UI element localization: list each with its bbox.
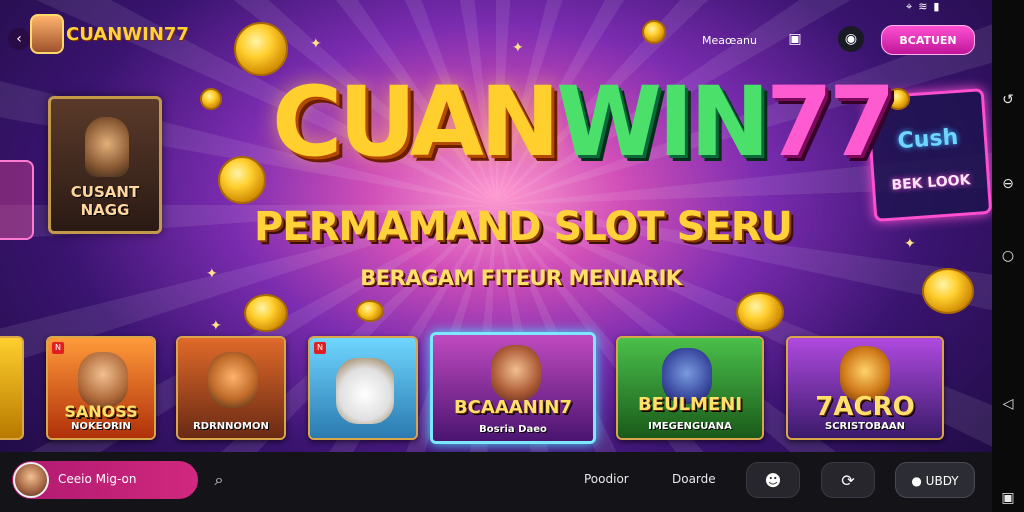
- coin-decor: [642, 20, 666, 44]
- coin-decor: [218, 156, 266, 204]
- sparkle-icon: ✦: [206, 266, 218, 282]
- game-card-partial[interactable]: [0, 336, 24, 440]
- wide-action-label: UBDY: [925, 474, 959, 488]
- home-icon[interactable]: ⊖: [998, 174, 1018, 194]
- game-title: 7ACRO: [815, 392, 915, 422]
- nav-back-icon[interactable]: ◁: [998, 394, 1018, 414]
- character-portrait: [85, 117, 129, 177]
- game-caption: SCRISTOBAAN: [825, 421, 905, 432]
- game-card[interactable]: N SANOSS NOKEORIN: [46, 336, 156, 440]
- coin-decor: [736, 292, 784, 332]
- game-card[interactable]: RDRNNOMON: [176, 336, 286, 440]
- game-badge: N: [52, 342, 64, 354]
- game-caption: RDRNNOMON: [193, 421, 269, 432]
- sparkle-icon: ✦: [210, 318, 222, 334]
- user-button[interactable]: ☻: [746, 462, 800, 498]
- battery-icon: ▮: [933, 0, 946, 13]
- refresh-button[interactable]: ⟳: [821, 462, 875, 498]
- hero-title-part1: CUAN: [272, 66, 560, 178]
- hero-title-part2: WIN: [556, 66, 770, 178]
- coin-decor: [922, 268, 974, 314]
- coin-decor: [356, 300, 384, 322]
- game-title: SANOSS: [64, 402, 138, 421]
- wifi-icon: ≋: [918, 0, 934, 13]
- coin-decor: [200, 88, 222, 110]
- search-icon[interactable]: ⌕: [208, 469, 230, 491]
- character-card[interactable]: CUSANT NAGG: [48, 96, 162, 234]
- game-caption: IMEGENGUANA: [648, 421, 732, 432]
- refresh-icon: ⟳: [841, 471, 855, 490]
- game-badge: N: [314, 342, 326, 354]
- game-card-character: [491, 345, 541, 401]
- game-card[interactable]: N: [308, 336, 418, 440]
- wide-action-button[interactable]: ● UBDY: [895, 462, 975, 498]
- left-decor-panel: [0, 160, 34, 240]
- character-card-label-line2: NAGG: [80, 201, 130, 219]
- game-card-featured[interactable]: BCAAANIN7 Bosria Daeo: [430, 332, 596, 444]
- app-logo[interactable]: CUANWIN77: [66, 24, 189, 45]
- status-bar: ⌖≋▮: [906, 0, 945, 14]
- game-caption: NOKEORIN: [71, 421, 131, 432]
- bottom-link-2[interactable]: Doarde: [672, 472, 716, 486]
- game-card-character: [208, 352, 258, 408]
- user-name[interactable]: Ceeio Mig-on: [58, 472, 136, 486]
- game-card[interactable]: BEULMENI IMEGENGUANA: [616, 336, 764, 440]
- hero-logo-title: CUANWIN77: [272, 42, 896, 202]
- back-icon[interactable]: ↺: [998, 90, 1018, 110]
- user-icon: ☻: [764, 471, 782, 490]
- game-card-character: [336, 358, 394, 424]
- cta-button[interactable]: BCATUEN: [881, 25, 975, 55]
- logo-mascot: [30, 14, 64, 54]
- user-avatar[interactable]: [13, 462, 49, 498]
- character-card-label-line1: CUSANT: [70, 183, 140, 201]
- recents-icon[interactable]: ○: [998, 246, 1018, 266]
- hero-tagline: BERAGAM FITEUR MENIARIK: [360, 266, 682, 290]
- sparkle-icon: ✦: [904, 236, 916, 252]
- square-icon[interactable]: ▣: [998, 488, 1018, 508]
- coin-decor: [244, 294, 288, 332]
- location-icon: ⌖: [906, 0, 919, 13]
- hero-title-part3: 77: [766, 66, 896, 178]
- hero-subtitle: PERMAMAND SLOT SERU: [253, 204, 793, 250]
- character-card-label: CUSANT NAGG: [51, 183, 159, 219]
- game-card-character: [78, 352, 128, 408]
- back-button[interactable]: ‹: [8, 28, 30, 50]
- android-nav-bar: ↺ ⊖ ○ ◁ ▣: [992, 0, 1024, 512]
- bottom-link-1[interactable]: Poodior: [584, 472, 629, 486]
- game-title: BEULMENI: [637, 394, 743, 415]
- game-card[interactable]: 7ACRO SCRISTOBAAN: [786, 336, 944, 440]
- app-window: ⌖≋▮ ‹ CUANWIN77 Meaœanu ▣ ◉ BCATUEN CUSA…: [0, 0, 992, 512]
- chevron-left-icon: ‹: [16, 31, 22, 47]
- game-title: BCAAANIN7: [453, 397, 573, 418]
- game-caption: Bosria Daeo: [479, 424, 547, 435]
